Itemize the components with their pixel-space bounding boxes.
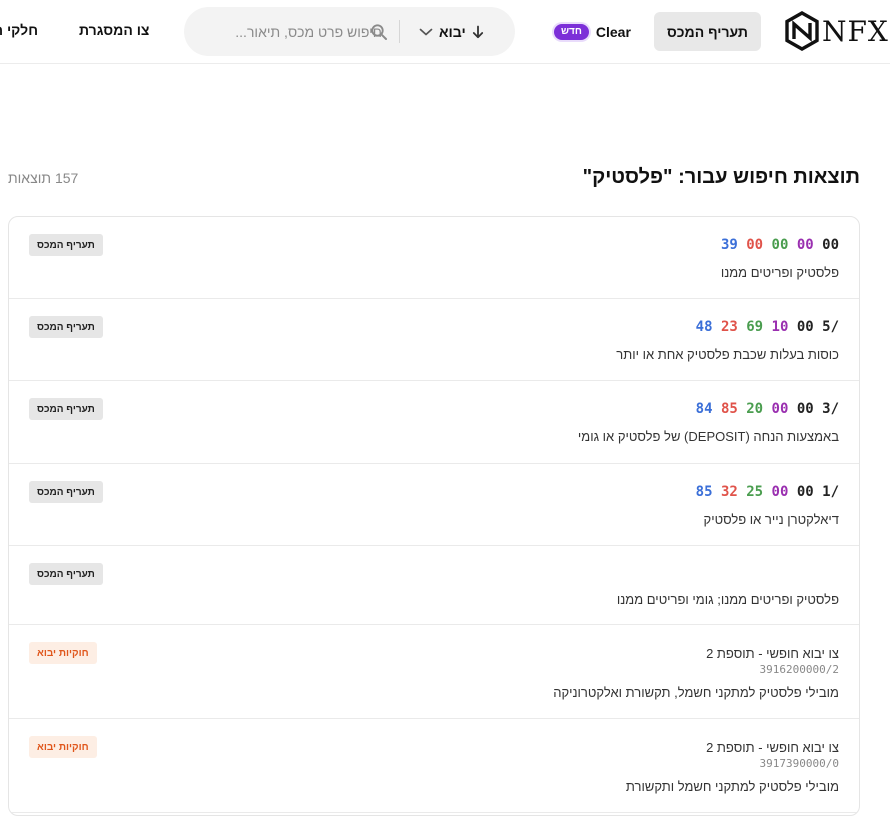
trade-type-label: יבוא	[439, 24, 466, 40]
code-segment: 85	[720, 401, 747, 417]
result-description: דיאלקטרן נייר או פלסטיק	[703, 512, 839, 527]
code-segment: 39	[720, 237, 747, 253]
nav-parts[interactable]: חלקי ח	[0, 22, 38, 38]
result-subcode: 3917390000/0	[759, 757, 839, 770]
result-code: 85 32 25 00 00 1/	[696, 484, 839, 500]
search-bar: יבוא	[184, 7, 515, 56]
result-description: פלסטיק ופריטים ממנו; גומי ופריטים ממנו	[616, 592, 839, 607]
result-code: 39 00 00 00 00	[721, 237, 839, 253]
code-segment: 32	[720, 484, 747, 500]
new-badge: חדש	[554, 24, 589, 40]
code-segment: 84	[695, 401, 721, 417]
result-code: 84 85 20 00 00 3/	[696, 401, 839, 417]
search-input[interactable]	[212, 21, 382, 43]
nav-framework-order[interactable]: צו המסגרת	[79, 22, 149, 38]
result-tag: חוקיות יבוא	[29, 642, 97, 664]
result-item[interactable]: תעריף המכס 48 23 69 10 00 5/ כוסות בעלות…	[9, 299, 859, 381]
code-segment: 00	[771, 484, 797, 500]
result-subtitle: צו יבוא חופשי - תוספת 2	[706, 646, 839, 661]
top-header: NFX תעריף המכס חדש Clear יבוא צו המסגרת …	[0, 0, 890, 64]
result-description: מובילי פלסטיק למתקני חשמל, תקשורת ואלקטר…	[553, 685, 839, 700]
result-description: מובילי פלסטיק למתקני חשמל ותקשורת	[625, 779, 839, 794]
code-segment: 25	[746, 484, 772, 500]
result-tag: תעריף המכס	[29, 316, 103, 338]
code-segment: 85	[695, 484, 721, 500]
code-segment: 1/	[822, 484, 839, 500]
trade-type-select[interactable]: יבוא	[419, 20, 494, 44]
code-segment: 00	[796, 237, 823, 253]
arrow-down-icon	[472, 25, 483, 39]
code-segment: 69	[746, 319, 772, 335]
result-item[interactable]: חוקיות יבוא צו יבוא חופשי - תוספת 2 3916…	[9, 625, 859, 719]
result-tag: חוקיות יבוא	[29, 736, 97, 758]
result-item[interactable]: תעריף המכס 84 85 20 00 00 3/ באמצעות הנח…	[9, 381, 859, 464]
result-subcode: 3916200000/2	[759, 663, 839, 676]
results-title: תוצאות חיפוש עבור: "פלסטיק"	[582, 166, 860, 188]
code-segment: 23	[720, 319, 747, 335]
code-segment: 00	[822, 237, 839, 253]
code-segment: 00	[771, 237, 797, 253]
result-tag: תעריף המכס	[29, 481, 103, 503]
code-segment: 48	[695, 319, 721, 335]
result-item[interactable]: תעריף המכס פלסטיק ופריטים ממנו; גומי ופר…	[9, 546, 859, 625]
result-code: 48 23 69 10 00 5/	[696, 319, 839, 335]
result-item[interactable]: תעריף המכס 85 32 25 00 00 1/ דיאלקטרן ני…	[9, 464, 859, 546]
result-item[interactable]: חוקיות יבוא צו יבוא חופשי - תוספת 2 3917…	[9, 719, 859, 813]
result-description: באמצעות הנחה (DEPOSIT) של פלסטיק או גומי	[577, 429, 839, 444]
code-segment: 3/	[822, 401, 839, 417]
nfx-logo[interactable]: NFX	[784, 10, 890, 52]
clear-label: Clear	[595, 24, 631, 40]
result-tag: תעריף המכס	[29, 234, 103, 256]
results-count: 157 תוצאות	[8, 170, 79, 186]
result-item[interactable]: תעריף המכס 39 00 00 00 00 פלסטיק ופריטים…	[9, 217, 859, 299]
code-segment: 5/	[822, 319, 839, 335]
result-tag: תעריף המכס	[29, 563, 103, 585]
code-segment: 00	[796, 319, 823, 335]
code-segment: 00	[746, 237, 772, 253]
logo-text: NFX	[822, 14, 889, 48]
search-divider	[399, 20, 400, 43]
result-tag: תעריף המכס	[29, 398, 103, 420]
result-description: כוסות בעלות שכבת פלסטיק אחת או יותר	[616, 347, 839, 362]
code-segment: 00	[796, 401, 823, 417]
code-segment: 20	[746, 401, 772, 417]
clear-link[interactable]: חדש Clear	[554, 22, 631, 42]
customs-tariff-button[interactable]: תעריף המכס	[654, 12, 761, 51]
code-segment: 00	[771, 401, 797, 417]
code-segment: 00	[796, 484, 823, 500]
result-description: פלסטיק ופריטים ממנו	[720, 265, 839, 280]
search-icon[interactable]	[370, 23, 388, 41]
nfx-logo-mark-icon	[785, 11, 819, 51]
results-list: תעריף המכס 39 00 00 00 00 פלסטיק ופריטים…	[8, 216, 860, 816]
result-subtitle: צו יבוא חופשי - תוספת 2	[706, 740, 839, 755]
chevron-down-icon	[419, 28, 433, 36]
code-segment: 10	[771, 319, 797, 335]
